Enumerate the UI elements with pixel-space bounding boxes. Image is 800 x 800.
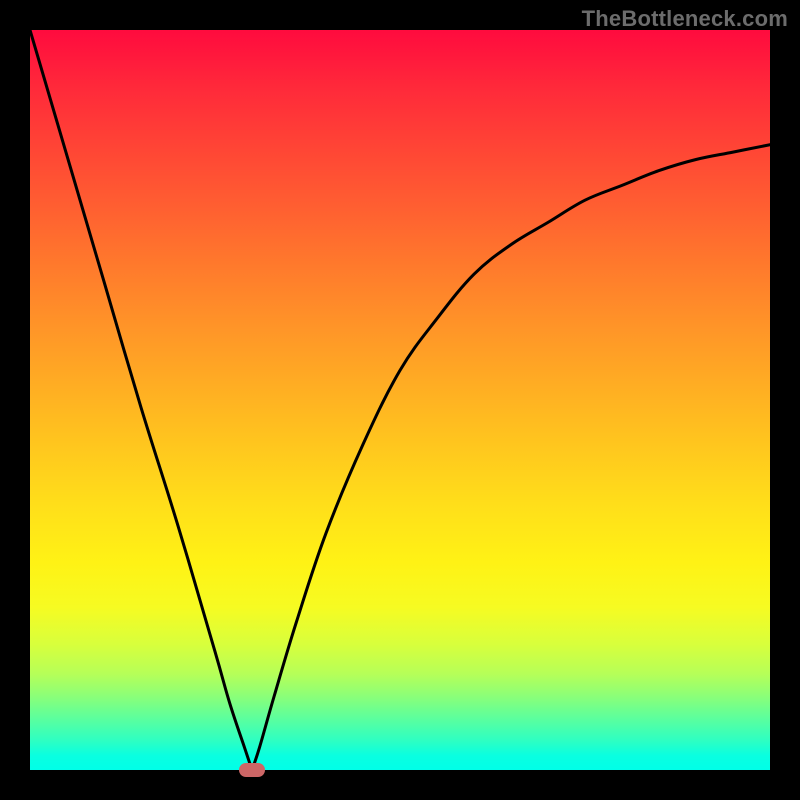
curve-svg [30, 30, 770, 770]
minimum-marker [239, 763, 265, 777]
chart-frame: TheBottleneck.com [0, 0, 800, 800]
plot-area [30, 30, 770, 770]
bottleneck-curve [30, 30, 770, 770]
watermark-label: TheBottleneck.com [582, 6, 788, 32]
